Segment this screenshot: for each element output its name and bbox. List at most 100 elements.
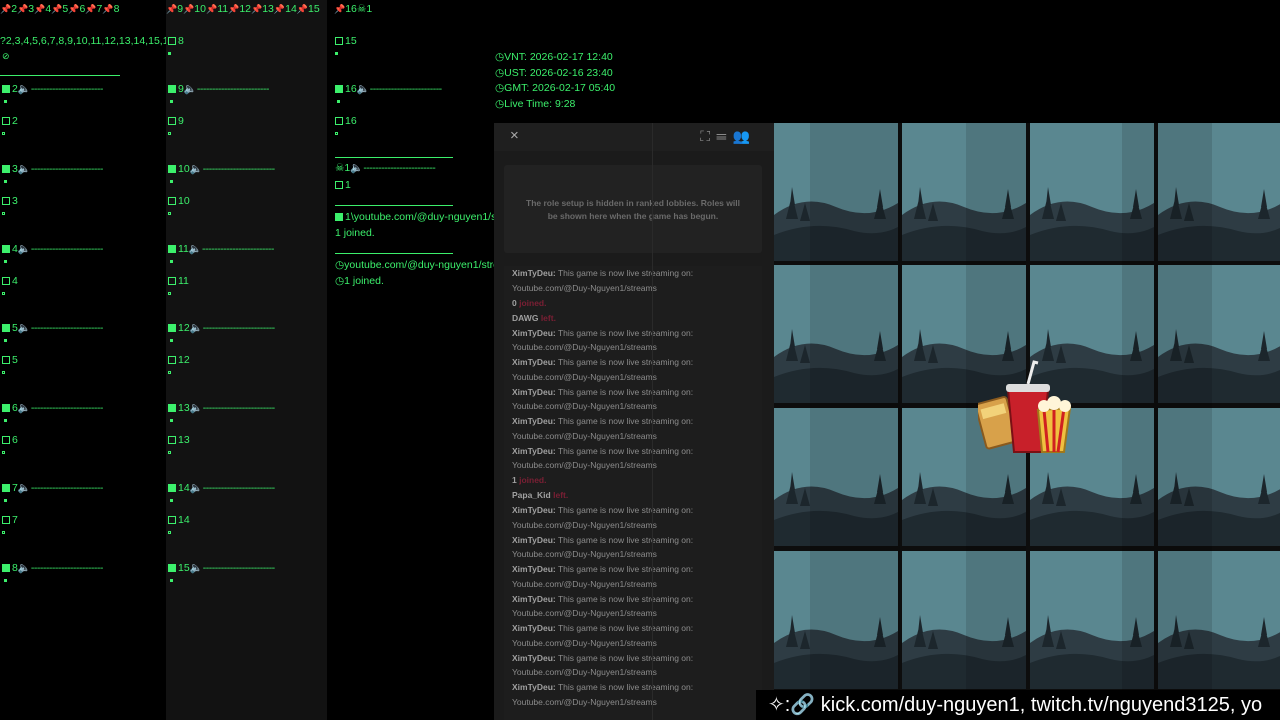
skull-icon: ☠ xyxy=(335,162,345,174)
slot-checkbox xyxy=(335,213,343,221)
skull-icon: ☠ xyxy=(356,3,367,15)
slot-checkbox[interactable] xyxy=(2,484,10,492)
slot-checkbox[interactable] xyxy=(168,516,176,524)
fullscreen-icon[interactable]: ⛶ xyxy=(700,128,716,144)
clock-icon: ◷ xyxy=(335,259,345,271)
speaker-icon: 🔈 xyxy=(183,83,197,95)
slot-checkbox[interactable] xyxy=(2,197,10,205)
pin-icon: 📌 xyxy=(85,4,97,14)
slot-checkbox[interactable] xyxy=(168,436,176,444)
speaker-icon: 🔈 xyxy=(17,562,31,574)
list-icon[interactable]: ☰ xyxy=(716,128,733,144)
pin-icon: 📌 xyxy=(0,4,12,14)
chat-join-notice: 0 joined. xyxy=(512,297,547,308)
slot-checkbox[interactable] xyxy=(2,277,10,285)
slot-checkbox[interactable] xyxy=(2,436,10,444)
slot-checkbox[interactable] xyxy=(2,245,10,253)
chat-log[interactable]: XimTyDeu: This game is now live streamin… xyxy=(504,266,762,720)
slot-checkbox[interactable] xyxy=(168,484,176,492)
chat-message: XimTyDeu: This game is now live streamin… xyxy=(512,623,694,648)
pin-icon: 📌 xyxy=(102,4,114,14)
speaker-icon: 🔈 xyxy=(17,243,31,255)
slot-checkbox[interactable] xyxy=(168,117,176,125)
speaker-icon: 🔈 xyxy=(17,482,31,494)
slot-checkbox[interactable] xyxy=(2,85,10,93)
slot-checkbox[interactable] xyxy=(168,564,176,572)
chat-message: XimTyDeu: This game is now live streamin… xyxy=(512,652,694,678)
time-readout: ◷VNT: 2026-02-17 12:40 ◷UST: 2026-02-16 … xyxy=(495,51,616,110)
speaker-icon: 🔈 xyxy=(17,402,31,414)
slot-checkbox[interactable] xyxy=(168,85,176,93)
close-button[interactable]: × xyxy=(510,127,519,144)
chat-left-notice: Papa_Kid left. xyxy=(512,490,569,500)
divider xyxy=(335,157,453,158)
chat-message: XimTyDeu: This game is now live streamin… xyxy=(512,593,694,619)
slot-checkbox[interactable] xyxy=(168,277,176,285)
speaker-icon: 🔈 xyxy=(356,83,370,95)
slot-checkbox[interactable] xyxy=(168,404,176,412)
pin-icon: 📌 xyxy=(228,4,240,14)
game-side-panel: × ⛶☰👥 The role setup is hidden in ranked… xyxy=(494,123,774,720)
chat-join-notice: 1 joined. xyxy=(512,475,547,485)
divider xyxy=(0,75,120,76)
players-icon[interactable]: 👥 xyxy=(733,128,756,144)
pin-icon: 📌 xyxy=(68,4,80,14)
speaker-icon: 🔈 xyxy=(17,83,31,95)
role-setup-text: The role setup is hidden in ranked lobbi… xyxy=(526,198,740,221)
pin-icon: 📌 xyxy=(34,4,46,14)
chat-message: XimTyDeu: This game is now live streamin… xyxy=(512,416,694,441)
chat-message: XimTyDeu: This game is now live streamin… xyxy=(512,505,694,530)
slot-checkbox[interactable] xyxy=(168,37,176,45)
pin-header: 📌2📌3📌4📌5📌6📌7📌8 xyxy=(0,3,120,15)
pin-icon: 📌 xyxy=(205,4,218,14)
clock-icon: ◷ xyxy=(335,275,345,287)
banner-text: kick.com/duy-nguyen1, twitch.tv/nguyend3… xyxy=(820,694,1263,716)
panel-toolbar: × ⛶☰👥 xyxy=(494,123,774,151)
divider xyxy=(335,253,453,254)
chat-message: XimTyDeu: This game is now live streamin… xyxy=(512,564,694,589)
speaker-icon: 🔈 xyxy=(189,402,203,414)
stream-banner: ✧:🔗 kick.com/duy-nguyen1, twitch.tv/nguy… xyxy=(756,690,1280,720)
speaker-icon: 🔈 xyxy=(189,482,203,494)
slot-checkbox[interactable] xyxy=(168,245,176,253)
pin-icon: 📌 xyxy=(296,4,309,14)
slot-checkbox[interactable] xyxy=(168,356,176,364)
pin-icon: 📌 xyxy=(251,4,263,14)
youtube-link-1[interactable]: 1\youtube.com/@duy-nguyen1/str xyxy=(335,211,495,223)
chat-message: XimTyDeu: This game is now live streamin… xyxy=(512,682,694,707)
slot-checkbox[interactable] xyxy=(168,165,176,173)
slot-checkbox[interactable] xyxy=(2,117,10,125)
link-icon: 🔗 xyxy=(790,694,816,716)
chat-message: XimTyDeu: This game is now live streamin… xyxy=(512,445,694,471)
slot-checkbox[interactable] xyxy=(335,181,343,189)
number-list: ?2,3,4,5,6,7,8,9,10,11,12,13,14,15,16 xyxy=(0,35,175,47)
player-column-1: 📌2📌3📌4📌5📌6📌7📌8 ?2,3,4,5,6,7,8,9,10,11,12… xyxy=(0,0,174,720)
pin-header: 📌16☠1 xyxy=(334,3,373,15)
pin-icon: 📌 xyxy=(273,4,286,14)
chat-message: XimTyDeu: This game is now live streamin… xyxy=(512,268,694,293)
speaker-icon: 🔈 xyxy=(350,162,364,174)
pin-icon: 📌 xyxy=(51,4,63,14)
panel-divider xyxy=(652,123,653,720)
chat-message: XimTyDeu: This game is now live streamin… xyxy=(512,327,694,353)
slot-checkbox[interactable] xyxy=(2,165,10,173)
chat-message: XimTyDeu: This game is now live streamin… xyxy=(512,357,694,382)
player-column-3: 📌16☠1 15 16🔈------------------------ 16 … xyxy=(327,0,495,720)
speaker-icon: 🔈 xyxy=(188,243,202,255)
slot-checkbox[interactable] xyxy=(2,564,10,572)
speaker-icon: 🔈 xyxy=(189,163,203,175)
slot-checkbox[interactable] xyxy=(335,37,343,45)
slot-checkbox[interactable] xyxy=(2,516,10,524)
slot-checkbox[interactable] xyxy=(168,324,176,332)
sparkle-icon: ✧: xyxy=(768,694,791,716)
slot-checkbox[interactable] xyxy=(2,324,10,332)
slot-checkbox[interactable] xyxy=(2,404,10,412)
slot-checkbox[interactable] xyxy=(2,356,10,364)
player-column-2: 📌9📌10📌11📌12📌13📌14📌15 8 9🔈---------------… xyxy=(166,0,327,720)
slot-checkbox[interactable] xyxy=(335,117,343,125)
no-icon: ⊘ xyxy=(2,51,10,61)
youtube-link-2[interactable]: ◷youtube.com/@duy-nguyen1/strea xyxy=(335,259,495,271)
slot-checkbox[interactable] xyxy=(335,85,343,93)
slot-checkbox[interactable] xyxy=(168,197,176,205)
pin-icon: 📌 xyxy=(17,4,29,14)
